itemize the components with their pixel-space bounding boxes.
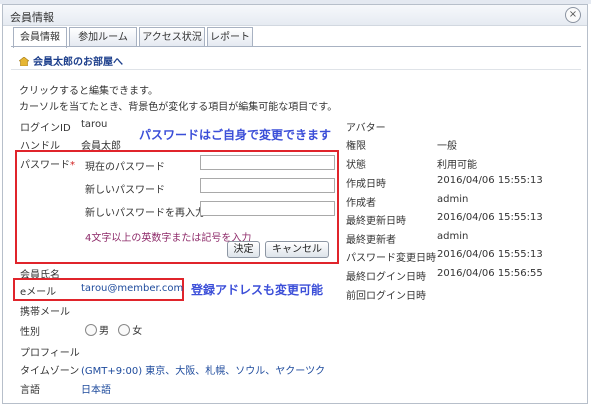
updater-label: 最終更新者 <box>346 235 396 246</box>
created-at-value: 2016/04/06 15:55:13 <box>437 175 543 186</box>
avatar-label: アバター <box>346 123 386 134</box>
gender-female-label: 女 <box>132 326 143 337</box>
creator-value: admin <box>437 194 469 205</box>
last-login-value: 2016/04/06 15:56:55 <box>437 268 543 279</box>
divider <box>11 69 581 70</box>
gender-male-label: 男 <box>99 326 109 337</box>
language-value[interactable]: 日本語 <box>81 381 111 396</box>
login-id-label: ログインID <box>20 123 71 134</box>
room-link[interactable]: 会員太郎のお部屋へ <box>19 53 123 68</box>
tab-report[interactable]: レポート <box>207 27 253 47</box>
updated-at-value: 2016/04/06 15:55:13 <box>437 212 543 223</box>
email-value[interactable]: tarou@member.com <box>81 283 183 294</box>
dialog-title: 会員情報 <box>10 11 54 24</box>
ok-button[interactable]: 決定 <box>227 241 260 258</box>
updated-at-label: 最終更新日時 <box>346 216 406 227</box>
current-password-label: 現在のパスワード <box>85 162 165 173</box>
password-callout: パスワードはご自身で変更できます <box>139 128 332 142</box>
title-bar: 会員情報 × <box>3 5 587 26</box>
cancel-button[interactable]: キャンセル <box>265 241 329 258</box>
creator-label: 作成者 <box>346 198 376 209</box>
previous-login-label: 前回ログイン日時 <box>346 291 426 302</box>
password-changed-label: パスワード変更日時 <box>346 253 436 264</box>
profile-label: プロフィール <box>20 348 80 359</box>
password-label-text: パスワード <box>20 160 70 171</box>
last-login-label: 最終ログイン日時 <box>346 272 426 283</box>
current-password-input[interactable] <box>200 155 335 170</box>
confirm-password-input[interactable] <box>200 201 335 216</box>
tab-access[interactable]: アクセス状況 <box>139 27 205 47</box>
home-icon <box>19 57 29 66</box>
tab-rooms[interactable]: 参加ルーム <box>69 27 137 47</box>
updater-value: admin <box>437 231 469 242</box>
login-id-value: tarou <box>81 119 108 130</box>
role-value: 一般 <box>437 141 457 152</box>
tab-member-info[interactable]: 会員情報 <box>13 27 67 48</box>
timezone-label: タイムゾーン <box>20 366 80 377</box>
password-changed-value: 2016/04/06 15:55:13 <box>437 249 543 260</box>
gender-label: 性別 <box>20 327 40 338</box>
member-info-dialog: 会員情報 × 会員情報 参加ルーム アクセス状況 レポート 会員太郎のお部屋へ … <box>2 4 588 404</box>
instruction-line-1: クリックすると編集できます。 <box>19 86 158 97</box>
close-icon[interactable]: × <box>565 7 581 23</box>
created-at-label: 作成日時 <box>346 179 386 190</box>
instruction-line-2: カーソルを当てたとき、背景色が変化する項目が編集可能な項目です。 <box>19 102 338 113</box>
gender-male-radio[interactable] <box>85 324 97 336</box>
confirm-password-label: 新しいパスワードを再入力 <box>85 208 205 219</box>
role-label: 権限 <box>346 141 366 152</box>
tab-underline <box>11 46 581 47</box>
timezone-value[interactable]: (GMT+9:00) 東京、大阪、札幌、ソウル、ヤクーツク <box>81 362 325 377</box>
new-password-label: 新しいパスワード <box>85 185 165 196</box>
mobile-email-label: 携帯メール <box>20 307 70 318</box>
gender-options: 男 女 <box>85 322 148 337</box>
gender-female-radio[interactable] <box>118 324 131 336</box>
language-label: 言語 <box>20 385 40 396</box>
email-callout: 登録アドレスも変更可能 <box>191 283 324 297</box>
status-value: 利用可能 <box>437 160 477 171</box>
password-label: パスワード* <box>20 156 75 171</box>
new-password-input[interactable] <box>200 178 335 193</box>
room-link-label: 会員太郎のお部屋へ <box>33 57 123 68</box>
email-label: eメール <box>20 287 57 298</box>
status-label: 状態 <box>346 160 366 171</box>
required-mark: * <box>70 160 75 171</box>
